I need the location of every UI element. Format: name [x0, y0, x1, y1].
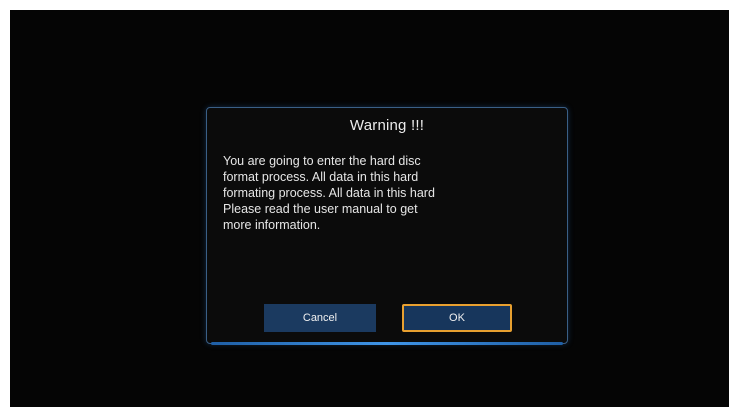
message-line: Please read the user manual to get [223, 202, 418, 216]
message-line: more information. [223, 218, 321, 232]
message-line: You are going to enter the hard disc [223, 154, 421, 168]
dialog-message: You are going to enter the hard disc for… [223, 153, 543, 233]
message-line: format process. All data in this hard [223, 170, 419, 184]
screen: Warning !!! You are going to enter the h… [10, 10, 729, 407]
cancel-button[interactable]: Cancel [264, 304, 376, 332]
ok-button[interactable]: OK [402, 304, 512, 332]
warning-dialog: Warning !!! You are going to enter the h… [206, 107, 568, 345]
dialog-bottom-glow [211, 342, 563, 345]
message-line: formating process. All data in this hard [223, 186, 435, 200]
dialog-title: Warning !!! [349, 117, 425, 134]
